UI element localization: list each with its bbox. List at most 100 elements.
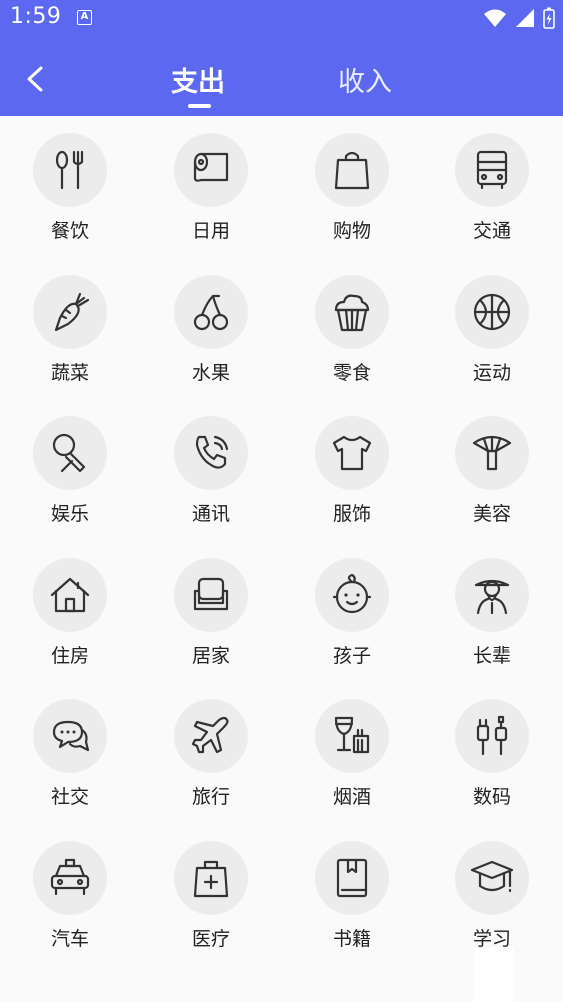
category-icon-circle <box>33 416 107 491</box>
tab-income[interactable]: 收入 <box>338 60 392 99</box>
basketball-icon <box>473 293 511 330</box>
category-label: 学习 <box>472 928 511 950</box>
category-icon-circle <box>174 557 248 632</box>
category-icon-circle <box>315 274 389 349</box>
tissue-roll-icon <box>193 152 229 182</box>
category-label: 孩子 <box>332 644 371 667</box>
category-item-11[interactable]: 美容 <box>432 399 552 539</box>
category-icon-circle <box>174 416 248 491</box>
category-item-8[interactable]: 娱乐 <box>10 399 130 539</box>
category-label: 服饰 <box>332 503 371 526</box>
category-icon-circle <box>315 416 389 491</box>
cherry-icon <box>193 294 229 330</box>
category-item-7[interactable]: 运动 <box>432 258 552 398</box>
category-icon-circle <box>455 274 529 349</box>
category-label: 美容 <box>472 503 511 526</box>
category-label: 长辈 <box>472 644 511 667</box>
category-item-3[interactable]: 交通 <box>432 116 552 256</box>
category-label: 通讯 <box>191 503 230 526</box>
car-icon <box>50 858 90 896</box>
category-item-20[interactable]: 汽车 <box>10 824 130 964</box>
category-label: 交通 <box>472 220 511 242</box>
category-label: 日用 <box>191 220 230 242</box>
category-item-10[interactable]: 服饰 <box>292 399 412 539</box>
category-icon-circle <box>33 274 107 349</box>
category-item-22[interactable]: 书籍 <box>292 824 412 964</box>
wine-cigarette-icon <box>334 717 370 754</box>
category-item-16[interactable]: 社交 <box>10 682 130 822</box>
cupcake-icon <box>334 294 370 331</box>
graduation-cap-icon <box>470 860 514 893</box>
category-label: 烟酒 <box>332 786 371 809</box>
back-button[interactable] <box>22 64 52 94</box>
category-label: 餐饮 <box>50 220 89 242</box>
active-tab-indicator <box>188 104 211 108</box>
category-icon-circle <box>455 416 529 491</box>
signal-icon <box>516 9 534 27</box>
bus-icon <box>476 150 508 190</box>
category-item-12[interactable]: 住房 <box>10 541 130 681</box>
category-item-15[interactable]: 长辈 <box>432 541 552 681</box>
category-icon-circle <box>455 133 529 207</box>
carrot-icon <box>54 292 90 331</box>
category-label: 水果 <box>191 361 230 384</box>
phone-icon <box>195 436 229 469</box>
category-icon-circle <box>33 841 107 915</box>
category-label: 娱乐 <box>50 503 89 526</box>
category-icon-circle <box>174 133 248 207</box>
category-icon-circle <box>33 557 107 632</box>
category-item-14[interactable]: 孩子 <box>292 541 412 681</box>
sofa-icon <box>193 577 229 610</box>
category-label: 社交 <box>50 786 89 809</box>
category-label: 住房 <box>50 644 89 667</box>
category-label: 零食 <box>332 361 371 384</box>
fork-spoon-icon <box>55 150 84 190</box>
category-label: 汽车 <box>50 928 89 950</box>
category-icon-circle <box>315 133 389 207</box>
category-item-23[interactable]: 学习 <box>432 824 552 964</box>
category-item-9[interactable]: 通讯 <box>151 399 271 539</box>
book-icon <box>336 858 368 898</box>
battery-icon <box>543 7 555 29</box>
house-icon <box>50 577 90 612</box>
category-label: 书籍 <box>332 928 371 950</box>
category-item-19[interactable]: 数码 <box>432 682 552 822</box>
category-icon-circle <box>455 841 529 915</box>
chevron-left-icon <box>27 66 43 92</box>
category-label: 运动 <box>472 361 511 384</box>
category-icon-circle <box>174 699 248 774</box>
category-icon-circle <box>315 841 389 915</box>
category-label: 旅行 <box>191 786 230 809</box>
category-icon-circle <box>33 699 107 774</box>
category-item-21[interactable]: 医疗 <box>151 824 271 964</box>
category-label: 数码 <box>472 786 511 809</box>
category-icon-circle <box>174 274 248 349</box>
baby-face-icon <box>332 573 372 613</box>
shopping-bag-icon <box>334 151 370 190</box>
category-item-4[interactable]: 蔬菜 <box>10 258 130 398</box>
elder-icon <box>474 579 510 614</box>
category-label: 居家 <box>191 644 230 667</box>
category-item-0[interactable]: 餐饮 <box>10 116 130 256</box>
category-label: 蔬菜 <box>50 361 89 384</box>
tab-expense[interactable]: 支出 <box>171 60 225 99</box>
category-item-2[interactable]: 购物 <box>292 116 412 256</box>
category-item-17[interactable]: 旅行 <box>151 682 271 822</box>
category-icon-circle <box>33 133 107 207</box>
makeup-brush-icon <box>472 436 512 471</box>
airplane-icon <box>191 717 229 754</box>
category-label: 医疗 <box>191 928 230 950</box>
notification-a-icon: A <box>77 10 92 25</box>
status-icons <box>483 6 555 30</box>
category-label: 购物 <box>332 220 371 242</box>
category-item-6[interactable]: 零食 <box>292 258 412 398</box>
category-icon-circle <box>455 699 529 774</box>
tshirt-icon <box>332 436 372 471</box>
category-icon-circle <box>315 699 389 774</box>
category-item-5[interactable]: 水果 <box>151 258 271 398</box>
category-item-18[interactable]: 烟酒 <box>292 682 412 822</box>
watermark-overlay <box>474 948 514 1002</box>
category-icon-circle <box>315 557 389 632</box>
category-item-13[interactable]: 居家 <box>151 541 271 681</box>
category-item-1[interactable]: 日用 <box>151 116 271 256</box>
